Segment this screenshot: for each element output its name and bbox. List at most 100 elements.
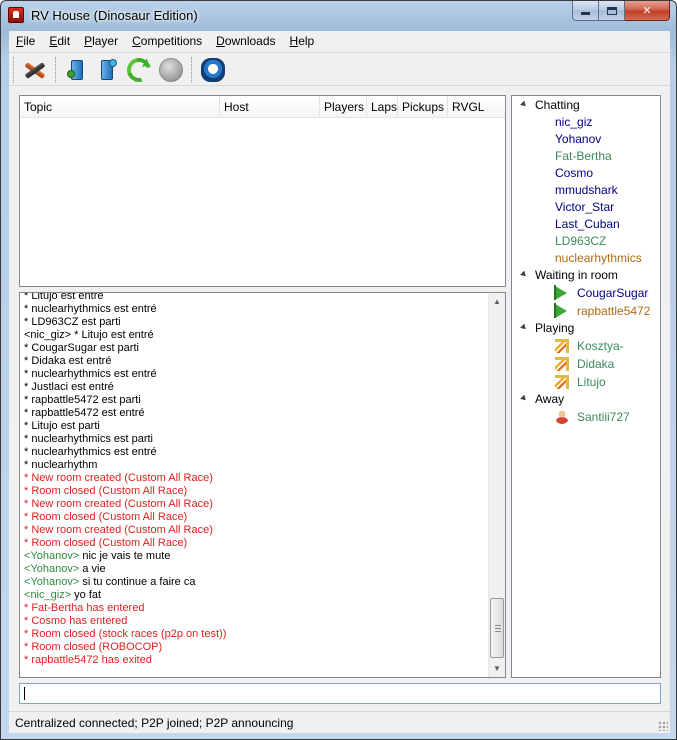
user-item[interactable]: Fat-Bertha bbox=[512, 148, 660, 165]
user-group[interactable]: Playing bbox=[512, 320, 660, 337]
minimize-button[interactable] bbox=[572, 1, 599, 21]
user-group[interactable]: Away bbox=[512, 391, 660, 408]
disconnect-icon[interactable] bbox=[23, 58, 47, 82]
user-group-label: Playing bbox=[535, 321, 575, 335]
toolbar-separator bbox=[55, 57, 57, 83]
chat-line: * Cosmo has entered bbox=[24, 615, 128, 627]
chat-log[interactable]: * Litujo est entré * nuclearhythmics est … bbox=[19, 292, 506, 678]
toolbar-separator bbox=[191, 57, 193, 83]
title-bar[interactable]: RV House (Dinosaur Edition) ✕ bbox=[1, 1, 676, 31]
user-item[interactable]: Victor_Star bbox=[512, 199, 660, 216]
chat-scrollbar[interactable]: ▲ ▼ bbox=[488, 293, 505, 677]
chat-nick[interactable]: Yohanov bbox=[30, 563, 72, 575]
user-name: Fat-Bertha bbox=[555, 149, 612, 163]
expand-arrow-icon[interactable] bbox=[520, 394, 528, 403]
close-button[interactable]: ✕ bbox=[625, 1, 670, 21]
resize-grip-icon[interactable] bbox=[658, 721, 668, 731]
user-name: Kosztya- bbox=[577, 339, 624, 353]
user-name: mmudshark bbox=[555, 183, 618, 197]
chat-text: si tu continue a faire ca bbox=[82, 576, 196, 588]
user-item[interactable]: CougarSugar bbox=[512, 284, 660, 302]
window-title: RV House (Dinosaur Edition) bbox=[31, 8, 198, 23]
user-name: Last_Cuban bbox=[555, 217, 620, 231]
scroll-down-icon[interactable]: ▼ bbox=[489, 660, 505, 677]
user-item[interactable]: Cosmo bbox=[512, 165, 660, 182]
user-group[interactable]: Chatting bbox=[512, 97, 660, 114]
disabled-icon bbox=[159, 58, 183, 82]
chat-nick[interactable]: Yohanov bbox=[30, 550, 72, 562]
user-group-label: Away bbox=[535, 392, 565, 406]
user-item[interactable]: LD963CZ bbox=[512, 233, 660, 250]
status-bar: Centralized connected; P2P joined; P2P a… bbox=[9, 711, 670, 733]
text-caret bbox=[24, 687, 25, 700]
rooms-list[interactable]: Topic Host Players Laps Pickups RVGL bbox=[19, 95, 506, 287]
user-item[interactable]: nic_giz bbox=[512, 114, 660, 131]
minimize-icon bbox=[581, 12, 590, 15]
host-room-icon[interactable] bbox=[65, 58, 89, 82]
user-name: Santiii727 bbox=[577, 410, 630, 424]
column-players[interactable]: Players bbox=[320, 96, 367, 117]
column-host[interactable]: Host bbox=[220, 96, 320, 117]
chat-nick[interactable]: Yohanov bbox=[30, 576, 72, 588]
user-name: Victor_Star bbox=[555, 200, 615, 214]
user-item[interactable]: Didaka bbox=[512, 355, 660, 373]
user-item[interactable]: rapbattle5472 bbox=[512, 302, 660, 320]
user-group-label: Chatting bbox=[535, 98, 580, 112]
join-room-icon[interactable] bbox=[95, 58, 119, 82]
caption-buttons: ✕ bbox=[572, 1, 670, 21]
user-name: Litujo bbox=[577, 375, 606, 389]
user-name: Cosmo bbox=[555, 166, 594, 180]
chat-lines: * Litujo est entré * nuclearhythmics est … bbox=[24, 292, 486, 667]
chat-line: * Room closed (Custom All Race) bbox=[24, 537, 188, 549]
user-name: Yohanov bbox=[555, 132, 602, 146]
column-laps[interactable]: Laps bbox=[367, 96, 398, 117]
refresh-icon[interactable] bbox=[122, 53, 156, 87]
chat-line: * Room closed (stock races (p2p on test)… bbox=[24, 628, 227, 640]
user-name: nic_giz bbox=[555, 115, 593, 129]
menu-bar: File Edit Player Competitions Downloads … bbox=[9, 31, 670, 51]
menu-edit[interactable]: Edit bbox=[42, 31, 77, 51]
menu-help[interactable]: Help bbox=[283, 31, 322, 51]
chat-line: * Justlaci est entré bbox=[24, 381, 114, 393]
chat-line: * rapbattle5472 est parti bbox=[24, 394, 141, 406]
expand-arrow-icon[interactable] bbox=[520, 100, 528, 109]
chat-line: * Room closed (ROBOCOP) bbox=[24, 641, 163, 653]
maximize-button[interactable] bbox=[599, 1, 625, 21]
chat-nick[interactable]: nic_giz bbox=[30, 589, 64, 601]
chat-line: * Litujo est entré bbox=[24, 292, 104, 302]
app-icon[interactable] bbox=[8, 7, 24, 23]
user-item[interactable]: mmudshark bbox=[512, 182, 660, 199]
network-icon[interactable] bbox=[201, 58, 225, 82]
expand-arrow-icon[interactable] bbox=[520, 323, 528, 332]
user-name: Didaka bbox=[577, 357, 615, 371]
user-list[interactable]: Chatting nic_giz Yohanov Fat-Bertha Cosmo mmu… bbox=[511, 95, 661, 678]
user-item[interactable]: Last_Cuban bbox=[512, 216, 660, 233]
column-rvgl[interactable]: RVGL bbox=[448, 96, 505, 117]
user-item[interactable]: Santiii727 bbox=[512, 408, 660, 426]
user-item[interactable]: Litujo bbox=[512, 373, 660, 391]
user-item[interactable]: nuclearhythmics bbox=[512, 250, 660, 267]
menu-downloads[interactable]: Downloads bbox=[209, 31, 282, 51]
scroll-thumb[interactable] bbox=[490, 598, 504, 658]
menu-competitions[interactable]: Competitions bbox=[125, 31, 209, 51]
scroll-up-icon[interactable]: ▲ bbox=[489, 293, 505, 310]
menu-file[interactable]: File bbox=[9, 31, 42, 51]
chat-line: <Yohanov> si tu continue a faire ca bbox=[24, 576, 196, 588]
user-item[interactable]: Yohanov bbox=[512, 131, 660, 148]
chat-line: * Litujo est parti bbox=[24, 420, 100, 432]
column-topic[interactable]: Topic bbox=[20, 96, 220, 117]
chat-line: * Room closed (Custom All Race) bbox=[24, 511, 188, 523]
chat-text: a vie bbox=[82, 563, 106, 575]
chat-input[interactable] bbox=[19, 683, 661, 704]
toolbar bbox=[9, 52, 670, 87]
user-item[interactable]: Kosztya- bbox=[512, 337, 660, 355]
menu-player[interactable]: Player bbox=[77, 31, 125, 51]
expand-arrow-icon[interactable] bbox=[520, 270, 528, 279]
maximize-icon bbox=[606, 6, 617, 15]
user-group[interactable]: Waiting in room bbox=[512, 267, 660, 284]
user-name: nuclearhythmics bbox=[555, 251, 642, 265]
chat-line: * nuclearhythmics est parti bbox=[24, 433, 153, 445]
chat-line: <nic_giz> * Litujo est entré bbox=[24, 329, 154, 341]
chat-line: * Didaka est entré bbox=[24, 355, 112, 367]
column-pickups[interactable]: Pickups bbox=[398, 96, 448, 117]
